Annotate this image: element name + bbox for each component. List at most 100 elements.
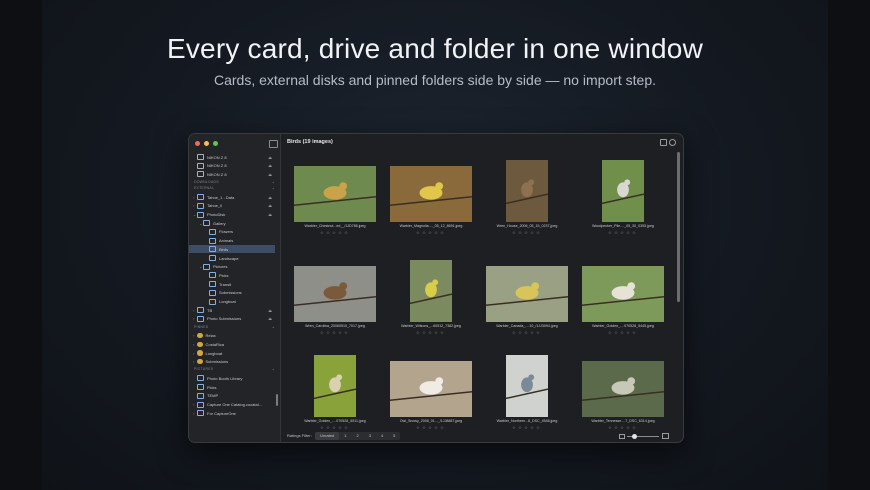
thumbnail-size-slider[interactable] xyxy=(619,433,669,439)
grid-scrollbar[interactable] xyxy=(677,152,680,302)
image-card[interactable]: Wren_House_2006_05_15_0237.jpeg ☆☆☆☆☆ xyxy=(479,160,575,250)
sidebar-item-flowers[interactable]: Flowers xyxy=(189,228,275,236)
sidebar-item-pictures[interactable]: ⌄ Pictures xyxy=(189,263,275,271)
bird-photo-thumbnail[interactable] xyxy=(506,160,548,222)
eject-icon[interactable]: ⏏ xyxy=(268,195,272,200)
zoom-window-button[interactable] xyxy=(213,141,218,146)
small-thumbnail-icon xyxy=(619,434,625,439)
sidebar-item-picture-folder[interactable]: Picks xyxy=(189,383,275,391)
settings-icon[interactable] xyxy=(669,139,676,146)
ratings-filter-option[interactable]: 1 xyxy=(339,432,351,440)
sidebar-item-label: PhotoDisk xyxy=(207,212,226,217)
folder-icon xyxy=(197,315,204,322)
sidebar-item-picture-folder[interactable]: Photo Booth Library xyxy=(189,374,275,382)
section-header-pinned: PINNED xyxy=(194,324,209,329)
star-rating[interactable]: ☆☆☆☆☆ xyxy=(383,330,479,336)
eject-icon[interactable]: ⏏ xyxy=(268,155,272,160)
eject-icon[interactable]: ⏏ xyxy=(268,308,272,313)
sidebar-item-photodisk[interactable]: ⌄ PhotoDisk ⏏ xyxy=(189,211,275,219)
image-card[interactable]: Warbler_Chestnut...ed__/1JD786.jpeg ☆☆☆☆☆ xyxy=(287,160,383,250)
eject-icon[interactable]: ⏏ xyxy=(268,172,272,177)
minimize-window-button[interactable] xyxy=(204,141,209,146)
sidebar-item-longboat[interactable]: Longboat xyxy=(189,298,275,306)
sidebar-item-longboat[interactable]: › Longboat xyxy=(189,349,275,357)
image-card[interactable]: Woodpecker_Pile...._05_30_0355.jpeg ☆☆☆☆☆ xyxy=(575,160,671,250)
bird-photo-thumbnail[interactable] xyxy=(410,260,452,322)
sidebar-item-picks[interactable]: Picks xyxy=(189,271,275,279)
star-rating[interactable]: ☆☆☆☆☆ xyxy=(575,230,671,236)
eject-icon[interactable]: ⏏ xyxy=(268,163,272,168)
sidebar: NIKON Z 8 ⏏ NIKON Z 8 ⏏ NIKON Z 8 ⏏ DOWNLOADS ⌄… xyxy=(189,134,281,442)
sidebar-toggle-icon[interactable] xyxy=(269,140,278,148)
sidebar-item-photo-submissions[interactable]: › Photo Submissions ⏏ xyxy=(189,315,275,323)
sidebar-item-transit[interactable]: Transit xyxy=(189,280,275,288)
image-filename: Warbler_Tennesse....7_DSC_6314.jpeg xyxy=(591,419,655,423)
collapse-chevron-icon[interactable]: ⌄ xyxy=(272,324,275,329)
camera-icon xyxy=(197,171,204,178)
sidebar-item-camera[interactable]: NIKON Z 8 ⏏ xyxy=(189,153,275,161)
camera-icon xyxy=(197,154,204,160)
star-rating[interactable]: ☆☆☆☆☆ xyxy=(383,230,479,236)
sidebar-item-label: Relax xyxy=(205,333,216,339)
collapse-chevron-icon[interactable]: ⌄ xyxy=(272,185,275,190)
image-card[interactable]: Warbler_Magnolia...._05_12_8691.jpeg ☆☆☆☆… xyxy=(383,160,479,250)
sidebar-scrollbar[interactable] xyxy=(276,394,278,406)
bird-photo-thumbnail[interactable] xyxy=(486,266,568,322)
folder-icon xyxy=(197,307,204,314)
star-rating[interactable]: ☆☆☆☆☆ xyxy=(479,230,575,236)
sidebar-item-birds[interactable]: Birds xyxy=(189,245,275,254)
image-card[interactable]: Warbler_Golden_....070528_5445.jpeg ☆☆☆☆☆ xyxy=(575,260,671,350)
slider-knob[interactable] xyxy=(631,433,637,439)
star-rating[interactable]: ☆☆☆☆☆ xyxy=(287,330,383,336)
sidebar-item-label: CostaRica xyxy=(205,341,224,347)
star-rating[interactable]: ☆☆☆☆☆ xyxy=(575,330,671,336)
image-card[interactable]: Warbler_Wilsons_...60512_7382.jpeg ☆☆☆☆☆ xyxy=(383,260,479,350)
sidebar-item-label: Tahoe_ii xyxy=(207,203,222,209)
sidebar-item-camera[interactable]: NIKON Z 8 ⏏ xyxy=(189,162,275,170)
bird-photo-thumbnail[interactable] xyxy=(602,160,644,222)
view-mode-icon[interactable] xyxy=(660,139,667,146)
ratings-filter-option[interactable]: 2 xyxy=(351,432,363,440)
folder-icon xyxy=(197,392,204,399)
sidebar-item-submissions[interactable]: Submissions xyxy=(189,289,275,297)
image-card[interactable]: Wren_Carolina_20060510_7017.jpeg ☆☆☆☆☆ xyxy=(287,260,383,350)
bird-photo-thumbnail[interactable] xyxy=(582,361,664,417)
sidebar-item-relax[interactable]: › Relax xyxy=(189,332,275,340)
image-card[interactable]: Warbler_Canada_....10_/1JJ3094.jpeg ☆☆☆☆☆ xyxy=(479,260,575,350)
sidebar-item-picture-folder[interactable]: › Capture One Catalog.cocatal... xyxy=(189,401,275,409)
sidebar-item-costarica[interactable]: › CostaRica xyxy=(189,340,275,348)
star-rating[interactable]: ☆☆☆☆☆ xyxy=(479,330,575,336)
image-filename: Warbler_Canada_....10_/1JJ3094.jpeg xyxy=(496,324,558,328)
collapse-chevron-icon[interactable]: ⌄ xyxy=(272,366,275,371)
sidebar-item-camera[interactable]: NIKON Z 8 ⏏ xyxy=(189,170,275,178)
bird-photo-thumbnail[interactable] xyxy=(294,266,376,322)
bird-photo-thumbnail[interactable] xyxy=(390,361,472,417)
sidebar-item-tahoe-ii[interactable]: › Tahoe_ii ⏏ xyxy=(189,202,275,210)
eject-icon[interactable]: ⏏ xyxy=(268,212,272,217)
bird-photo-thumbnail[interactable] xyxy=(294,166,376,222)
close-window-button[interactable] xyxy=(195,141,200,146)
sidebar-item-picture-folder[interactable]: › For CaptureOne xyxy=(189,409,275,417)
sidebar-item-landscape[interactable]: Landscape xyxy=(189,254,275,262)
eject-icon[interactable]: ⏏ xyxy=(268,316,272,321)
ratings-filter-option[interactable]: 3 xyxy=(364,432,376,440)
ratings-filter-option[interactable]: 4 xyxy=(376,432,388,440)
sidebar-item-tb[interactable]: › TB ⏏ xyxy=(189,306,275,314)
sidebar-item-tahoe-1-data[interactable]: › Tahoe_1 - Data ⏏ xyxy=(189,193,275,201)
bird-photo-thumbnail[interactable] xyxy=(582,266,664,322)
sidebar-item-label: Animals xyxy=(219,238,234,244)
ratings-filter-option[interactable]: Unrated xyxy=(315,431,340,440)
sidebar-item-gallery[interactable]: ⌄ Gallery xyxy=(189,219,275,227)
bird-photo-thumbnail[interactable] xyxy=(390,166,472,222)
eject-icon[interactable]: ⏏ xyxy=(268,203,272,208)
star-rating[interactable]: ☆☆☆☆☆ xyxy=(287,230,383,236)
ratings-filter-option[interactable]: 5 xyxy=(388,432,400,440)
bird-photo-thumbnail[interactable] xyxy=(506,355,548,417)
sidebar-item-animals[interactable]: Animals xyxy=(189,237,275,245)
sidebar-item-submissions[interactable]: › Submissions xyxy=(189,358,275,366)
ratings-filter-label: Ratings Filter: xyxy=(287,433,312,438)
sidebar-item-picture-folder[interactable]: TEMP xyxy=(189,392,275,400)
bird-photo-thumbnail[interactable] xyxy=(314,355,356,417)
collapse-chevron-icon[interactable]: ⌄ xyxy=(272,179,275,184)
folder-icon xyxy=(209,272,216,279)
